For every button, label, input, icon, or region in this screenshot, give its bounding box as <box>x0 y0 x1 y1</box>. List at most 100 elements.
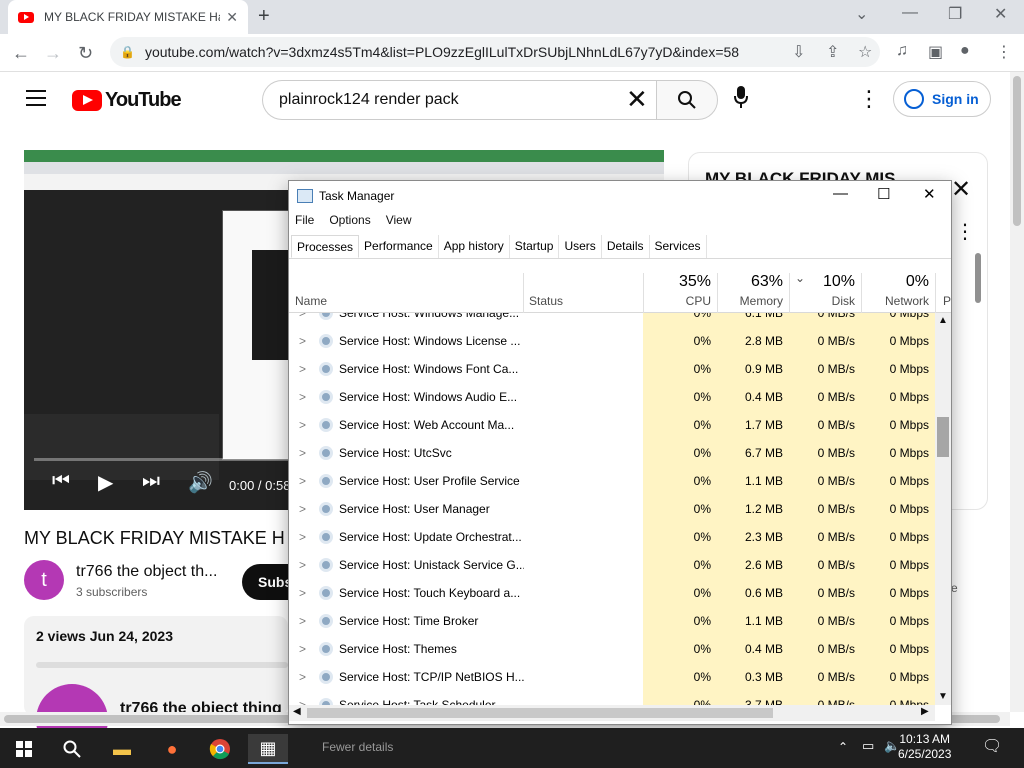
voice-search-button[interactable] <box>734 86 748 114</box>
process-list-scroll-thumb[interactable] <box>937 417 949 457</box>
process-row[interactable]: > Service Host: Update Orchestrat... 0% 2.3… <box>289 523 935 551</box>
page-scroll-thumb[interactable] <box>1013 76 1021 226</box>
scroll-right-icon[interactable]: ▶ <box>921 706 929 717</box>
chrome-menu-icon[interactable]: ⋮ <box>996 42 1012 62</box>
process-list-horizontal-scrollbar[interactable]: ◀ ▶ <box>289 705 935 721</box>
tab-users[interactable]: Users <box>559 235 602 258</box>
youtube-logo[interactable]: YouTube <box>72 89 182 112</box>
column-network[interactable]: Network <box>867 294 929 308</box>
expand-chevron-icon[interactable]: > <box>299 502 306 516</box>
expand-chevron-icon[interactable]: > <box>299 530 306 544</box>
firefox-icon[interactable]: ● <box>152 734 192 764</box>
close-playlist-icon[interactable]: ✕ <box>951 175 971 204</box>
file-explorer-icon[interactable]: ▬ <box>102 734 142 764</box>
address-bar[interactable]: 🔒 youtube.com/watch?v=3dxmz4s5Tm4&list=P… <box>110 37 880 67</box>
sign-in-button[interactable]: Sign in <box>893 81 991 117</box>
process-row[interactable]: > Service Host: Web Account Ma... 0% 1.7 MB… <box>289 411 935 439</box>
channel-name[interactable]: tr766 the object th... <box>76 563 226 581</box>
column-status[interactable]: Status <box>529 294 563 308</box>
process-row[interactable]: > Service Host: User Manager 0% 1.2 MB 0 MB/… <box>289 495 935 523</box>
process-row[interactable]: > Service Host: Task Scheduler 0% 3.7 MB 0 M… <box>289 691 935 705</box>
expand-chevron-icon[interactable]: > <box>299 474 306 488</box>
scroll-up-icon[interactable]: ▲ <box>938 315 948 326</box>
previous-video-icon[interactable]: ⏮ <box>52 470 70 493</box>
share-icon[interactable]: ⇪ <box>826 42 839 62</box>
column-divider[interactable] <box>717 273 718 313</box>
menu-file[interactable]: File <box>295 213 314 227</box>
search-input[interactable]: plainrock124 render pack <box>262 80 656 120</box>
lock-icon[interactable]: 🔒 <box>120 45 135 59</box>
forward-button[interactable]: → <box>44 43 62 64</box>
settings-kebab-icon[interactable]: ⋮ <box>858 86 880 112</box>
tab-app-history[interactable]: App history <box>439 235 510 258</box>
process-row[interactable]: > Service Host: TCP/IP NetBIOS H... 0% 0.3 … <box>289 663 935 691</box>
fewer-details-link[interactable]: Fewer details <box>322 740 393 754</box>
new-tab-button[interactable]: + <box>258 5 270 28</box>
tab-processes[interactable]: Processes <box>291 235 360 258</box>
channel-avatar[interactable]: t <box>24 560 64 600</box>
tm-close-button[interactable]: ✕ <box>923 185 936 203</box>
install-app-icon[interactable]: ⇩ <box>792 42 805 62</box>
playlist-scrollbar[interactable] <box>975 253 981 303</box>
subscribe-button[interactable]: Subs <box>242 564 288 600</box>
process-row[interactable]: > Service Host: Time Broker 0% 1.1 MB 0 MB/s… <box>289 607 935 635</box>
start-button[interactable] <box>4 734 44 764</box>
expand-chevron-icon[interactable]: > <box>299 698 306 705</box>
reload-button[interactable]: ↻ <box>78 43 93 64</box>
column-divider[interactable] <box>643 273 644 313</box>
process-row[interactable]: > Service Host: Windows Font Ca... 0% 0.9 M… <box>289 355 935 383</box>
process-list-hscroll-thumb[interactable] <box>307 708 773 718</box>
process-row[interactable]: > Service Host: UtcSvc 0% 6.7 MB 0 MB/s 0 Mbp… <box>289 439 935 467</box>
show-hidden-icons-icon[interactable]: ⌃ <box>838 740 848 754</box>
taskbar-clock[interactable]: 10:13 AM 6/25/2023 <box>898 732 951 762</box>
back-button[interactable]: ← <box>12 43 30 64</box>
scroll-down-icon[interactable]: ▼ <box>938 691 948 702</box>
expand-chevron-icon[interactable]: > <box>299 670 306 684</box>
hamburger-menu-icon[interactable] <box>26 90 46 106</box>
browser-tab[interactable]: MY BLACK FRIDAY MISTAKE Has ✕ <box>8 0 248 34</box>
column-disk[interactable]: Disk <box>799 294 855 308</box>
tab-performance[interactable]: Performance <box>359 235 439 258</box>
close-tab-icon[interactable]: ✕ <box>226 9 238 26</box>
task-manager-titlebar[interactable]: Task Manager <box>289 181 951 211</box>
expand-chevron-icon[interactable]: > <box>299 642 306 656</box>
process-row[interactable]: > Service Host: Windows Audio E... 0% 0.4 M… <box>289 383 935 411</box>
close-window-button[interactable]: ✕ <box>994 4 1007 24</box>
expand-chevron-icon[interactable]: > <box>299 390 306 404</box>
expand-chevron-icon[interactable]: > <box>299 362 306 376</box>
expand-chevron-icon[interactable]: > <box>299 313 306 320</box>
column-power[interactable]: P <box>943 294 951 308</box>
profile-icon[interactable]: ● <box>960 42 970 60</box>
column-name[interactable]: Name <box>295 294 327 308</box>
tm-minimize-button[interactable]: — <box>833 185 848 202</box>
taskbar-search-button[interactable] <box>52 734 92 764</box>
expand-chevron-icon[interactable]: > <box>299 418 306 432</box>
notification-icon[interactable]: 🗨 <box>982 736 1002 756</box>
expand-chevron-icon[interactable]: > <box>299 614 306 628</box>
column-divider[interactable] <box>861 273 862 313</box>
process-row[interactable]: > Service Host: Unistack Service G... 0% 2.… <box>289 551 935 579</box>
menu-view[interactable]: View <box>386 213 412 227</box>
tm-maximize-button[interactable]: ☐ <box>877 185 890 203</box>
process-row[interactable]: > Service Host: User Profile Service 0% 1.1… <box>289 467 935 495</box>
menu-options[interactable]: Options <box>329 213 370 227</box>
expand-chevron-icon[interactable]: > <box>299 334 306 348</box>
minimize-window-button[interactable]: — <box>902 4 918 22</box>
network-icon[interactable]: ▭ <box>862 738 874 754</box>
column-divider[interactable] <box>935 273 936 313</box>
restore-window-button[interactable]: ❐ <box>948 4 962 24</box>
tab-startup[interactable]: Startup <box>510 235 560 258</box>
page-vertical-scrollbar[interactable] <box>1010 72 1024 712</box>
search-button[interactable] <box>656 80 718 120</box>
expand-chevron-icon[interactable]: > <box>299 586 306 600</box>
column-memory[interactable]: Memory <box>723 294 783 308</box>
volume-icon[interactable]: 🔊 <box>188 470 213 495</box>
side-panel-icon[interactable]: ▣ <box>928 42 943 62</box>
process-row[interactable]: > Service Host: Themes 0% 0.4 MB 0 MB/s 0 Mbp… <box>289 635 935 663</box>
tab-services[interactable]: Services <box>650 235 707 258</box>
process-row[interactable]: > Service Host: Windows Manage... 0% 6.1 MB… <box>289 313 935 327</box>
clear-search-icon[interactable]: ✕ <box>626 86 648 112</box>
tab-details[interactable]: Details <box>602 235 650 258</box>
process-list-vertical-scrollbar[interactable]: ▲ ▼ <box>935 313 951 705</box>
process-row[interactable]: > Service Host: Touch Keyboard a... 0% 0.6 … <box>289 579 935 607</box>
